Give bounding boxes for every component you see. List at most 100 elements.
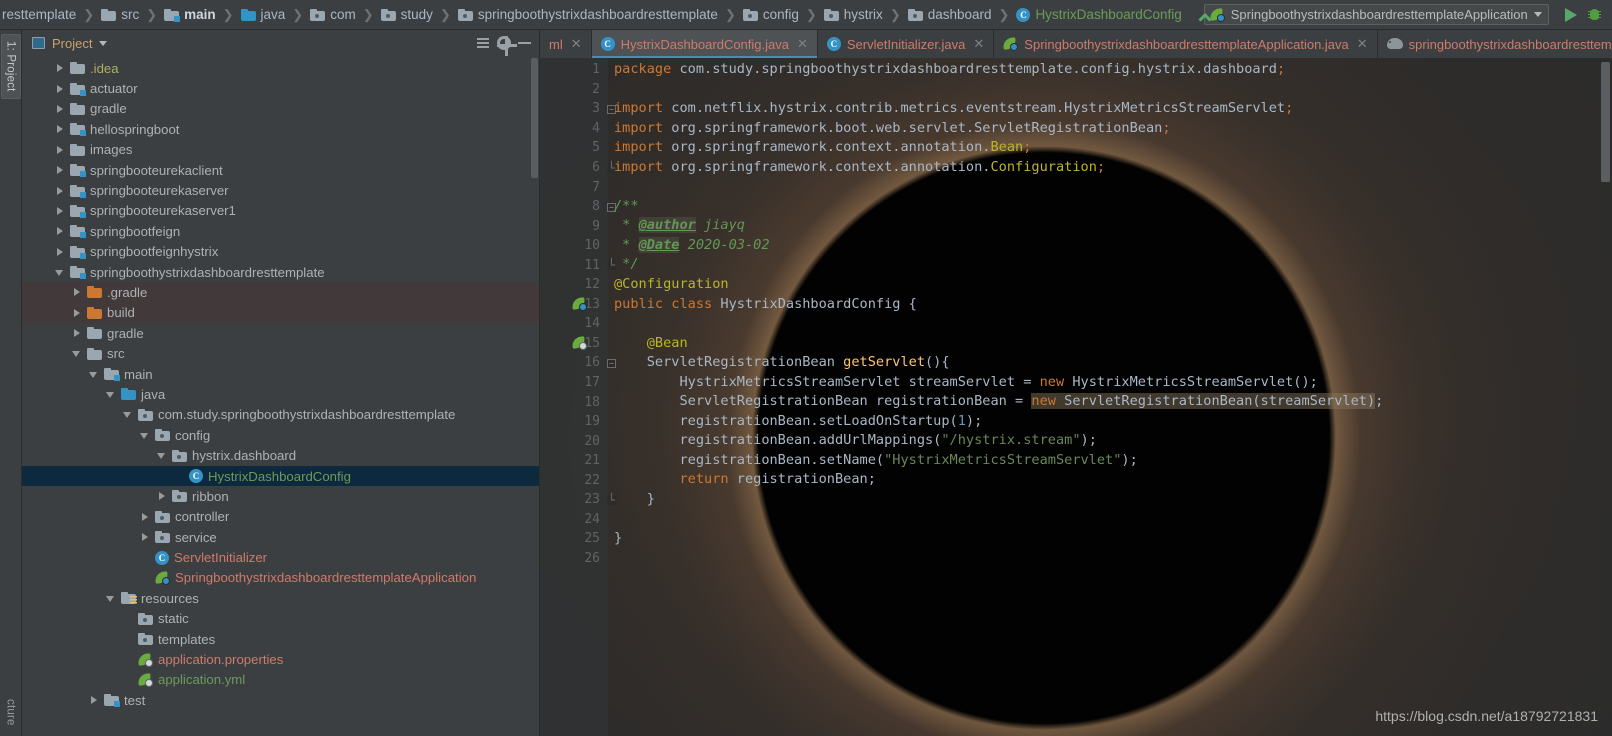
gutter-line-19[interactable]: 19: [540, 412, 608, 432]
editor-tab-springboothystrixdashboardresttempla[interactable]: springboothystrixdashboardresttempla: [1377, 30, 1612, 58]
tree-item-test[interactable]: test: [22, 690, 539, 710]
tree-item-springboothystrixdashboardresttemplateapplication[interactable]: SpringboothystrixdashboardresttemplateAp…: [22, 568, 539, 588]
chevron-down-icon[interactable]: [105, 593, 116, 604]
gutter-line-15[interactable]: 15: [540, 334, 608, 354]
tree-item-springbooteurekaserver[interactable]: springbooteurekaserver: [22, 180, 539, 200]
chevron-right-icon[interactable]: [88, 695, 99, 706]
gutter-line-13[interactable]: 13: [540, 295, 608, 315]
tree-item-ribbon[interactable]: ribbon: [22, 486, 539, 506]
tree-item-static[interactable]: static: [22, 609, 539, 629]
tree-item-build[interactable]: build: [22, 302, 539, 324]
chevron-right-icon[interactable]: [156, 491, 167, 502]
gutter-line-25[interactable]: 25: [540, 529, 608, 549]
close-icon[interactable]: ✕: [973, 36, 984, 52]
editor-tab-servletinitializer-java[interactable]: C ServletInitializer.java ✕: [817, 30, 995, 58]
gutter-line-9[interactable]: 9: [540, 216, 608, 236]
tree-item-service[interactable]: service: [22, 527, 539, 547]
tree-item-springbooteurekaclient[interactable]: springbooteurekaclient: [22, 160, 539, 180]
breadcrumb-item-hystrixdashboardconfig[interactable]: C HystrixDashboardConfig: [1014, 7, 1183, 22]
gutter-line-11[interactable]: 11 └: [540, 255, 616, 275]
breadcrumb-item-resttemplate[interactable]: resttemplate: [0, 7, 78, 22]
editor-viewport[interactable]: aura 123−456└78−91011└1213141516−1718192…: [540, 58, 1612, 736]
debug-button[interactable]: [1583, 3, 1607, 27]
gutter-line-23[interactable]: 23 └: [540, 490, 616, 510]
tree-item-main[interactable]: main: [22, 364, 539, 384]
gutter-line-20[interactable]: 20: [540, 431, 608, 451]
tree-item-servletinitializer[interactable]: C ServletInitializer: [22, 547, 539, 567]
tree-item--idea[interactable]: .idea: [22, 58, 539, 78]
run-with-coverage-button[interactable]: [1607, 3, 1612, 27]
breadcrumb-item-com[interactable]: com: [308, 7, 358, 22]
tree-item-gradle[interactable]: gradle: [22, 99, 539, 119]
gear-icon[interactable]: [497, 36, 517, 56]
gutter-line-26[interactable]: 26: [540, 549, 608, 569]
tool-window-structure[interactable]: cture: [2, 693, 20, 732]
chevron-right-icon[interactable]: [54, 83, 65, 94]
gutter-line-22[interactable]: 22: [540, 470, 608, 490]
tree-item-hystrix-dashboard[interactable]: hystrix.dashboard: [22, 445, 539, 465]
breadcrumb-item-study[interactable]: study: [379, 7, 435, 22]
project-tree[interactable]: .idea actuator gradle hellospringboot images…: [22, 56, 539, 736]
chevron-right-icon[interactable]: [54, 63, 65, 74]
chevron-right-icon[interactable]: [71, 307, 82, 318]
editor-tab-ml[interactable]: ml ✕: [540, 30, 592, 58]
chevron-right-icon[interactable]: [139, 511, 150, 522]
tree-item--gradle[interactable]: .gradle: [22, 282, 539, 303]
gutter-line-14[interactable]: 14: [540, 314, 608, 334]
breadcrumb-item-main[interactable]: main: [162, 7, 218, 22]
close-icon[interactable]: ✕: [571, 36, 582, 52]
run-configuration-selector[interactable]: SpringboothystrixdashboardresttemplateAp…: [1203, 4, 1549, 25]
gutter-line-8[interactable]: 8−: [540, 197, 616, 217]
gutter-line-5[interactable]: 5: [540, 138, 608, 158]
tree-item-resources[interactable]: resources: [22, 588, 539, 608]
tree-item-hellospringboot[interactable]: hellospringboot: [22, 119, 539, 139]
collapse-all-icon[interactable]: [476, 36, 490, 50]
tool-window-project[interactable]: 1: Project: [0, 34, 21, 99]
gutter-line-7[interactable]: 7: [540, 177, 608, 197]
tree-item-springbootfeign[interactable]: springbootfeign: [22, 221, 539, 241]
tree-item-actuator[interactable]: actuator: [22, 78, 539, 98]
chevron-down-icon[interactable]: [54, 267, 65, 278]
chevron-right-icon[interactable]: [54, 246, 65, 257]
spring-bean-icon[interactable]: [571, 296, 587, 311]
tree-item-application-yml[interactable]: application.yml: [22, 670, 539, 690]
breadcrumb-item-dashboard[interactable]: dashboard: [906, 7, 994, 22]
gutter-line-18[interactable]: 18: [540, 392, 608, 412]
tree-item-java[interactable]: java: [22, 384, 539, 404]
project-view-chevron-icon[interactable]: [99, 40, 108, 46]
editor-scrollbar[interactable]: [1600, 58, 1612, 736]
editor-tab-bar[interactable]: ml ✕ C HystrixDashboardConfig.java ✕ C Servlet…: [540, 30, 1612, 58]
tree-item-config[interactable]: config: [22, 425, 539, 445]
tree-item-application-properties[interactable]: application.properties: [22, 649, 539, 669]
tree-item-gradle[interactable]: gradle: [22, 323, 539, 343]
chevron-right-icon[interactable]: [54, 205, 65, 216]
gutter-line-10[interactable]: 10: [540, 236, 608, 256]
run-button[interactable]: [1559, 3, 1583, 27]
gutter-line-16[interactable]: 16−: [540, 353, 616, 373]
tree-item-templates[interactable]: templates: [22, 629, 539, 649]
editor-code[interactable]: package com.study.springboothystrixdashb…: [608, 58, 1600, 736]
close-icon[interactable]: ✕: [797, 36, 808, 52]
tree-item-controller[interactable]: controller: [22, 507, 539, 527]
gutter-line-1[interactable]: 1: [540, 60, 608, 80]
gutter-line-17[interactable]: 17: [540, 373, 608, 393]
editor-tab-hystrixdashboardconfig-java[interactable]: C HystrixDashboardConfig.java ✕: [591, 30, 818, 58]
tree-item-images[interactable]: images: [22, 140, 539, 160]
chevron-down-icon[interactable]: [156, 450, 167, 461]
chevron-down-icon[interactable]: [122, 409, 133, 420]
breadcrumb-item-java[interactable]: java: [239, 7, 288, 22]
chevron-right-icon[interactable]: [54, 103, 65, 114]
gutter-line-6[interactable]: 6 └: [540, 158, 616, 178]
editor-tab-springboothystrixdashboardresttemplateapplication-java[interactable]: SpringboothystrixdashboardresttemplateAp…: [994, 30, 1378, 58]
tree-item-hystrixdashboardconfig[interactable]: C HystrixDashboardConfig: [22, 465, 539, 487]
chevron-right-icon[interactable]: [139, 532, 150, 543]
chevron-down-icon[interactable]: [71, 348, 82, 359]
tree-item-springboothystrixdashboardresttemplate[interactable]: springboothystrixdashboardresttemplate: [22, 262, 539, 282]
chevron-down-icon[interactable]: [139, 430, 150, 441]
gutter-line-21[interactable]: 21: [540, 451, 608, 471]
breadcrumb-item-config[interactable]: config: [741, 7, 801, 22]
hide-panel-icon[interactable]: [518, 42, 531, 44]
tree-item-springbooteurekaserver1[interactable]: springbooteurekaserver1: [22, 201, 539, 221]
gutter-line-2[interactable]: 2: [540, 80, 608, 100]
spring-bean-arrow-icon[interactable]: [571, 335, 587, 350]
